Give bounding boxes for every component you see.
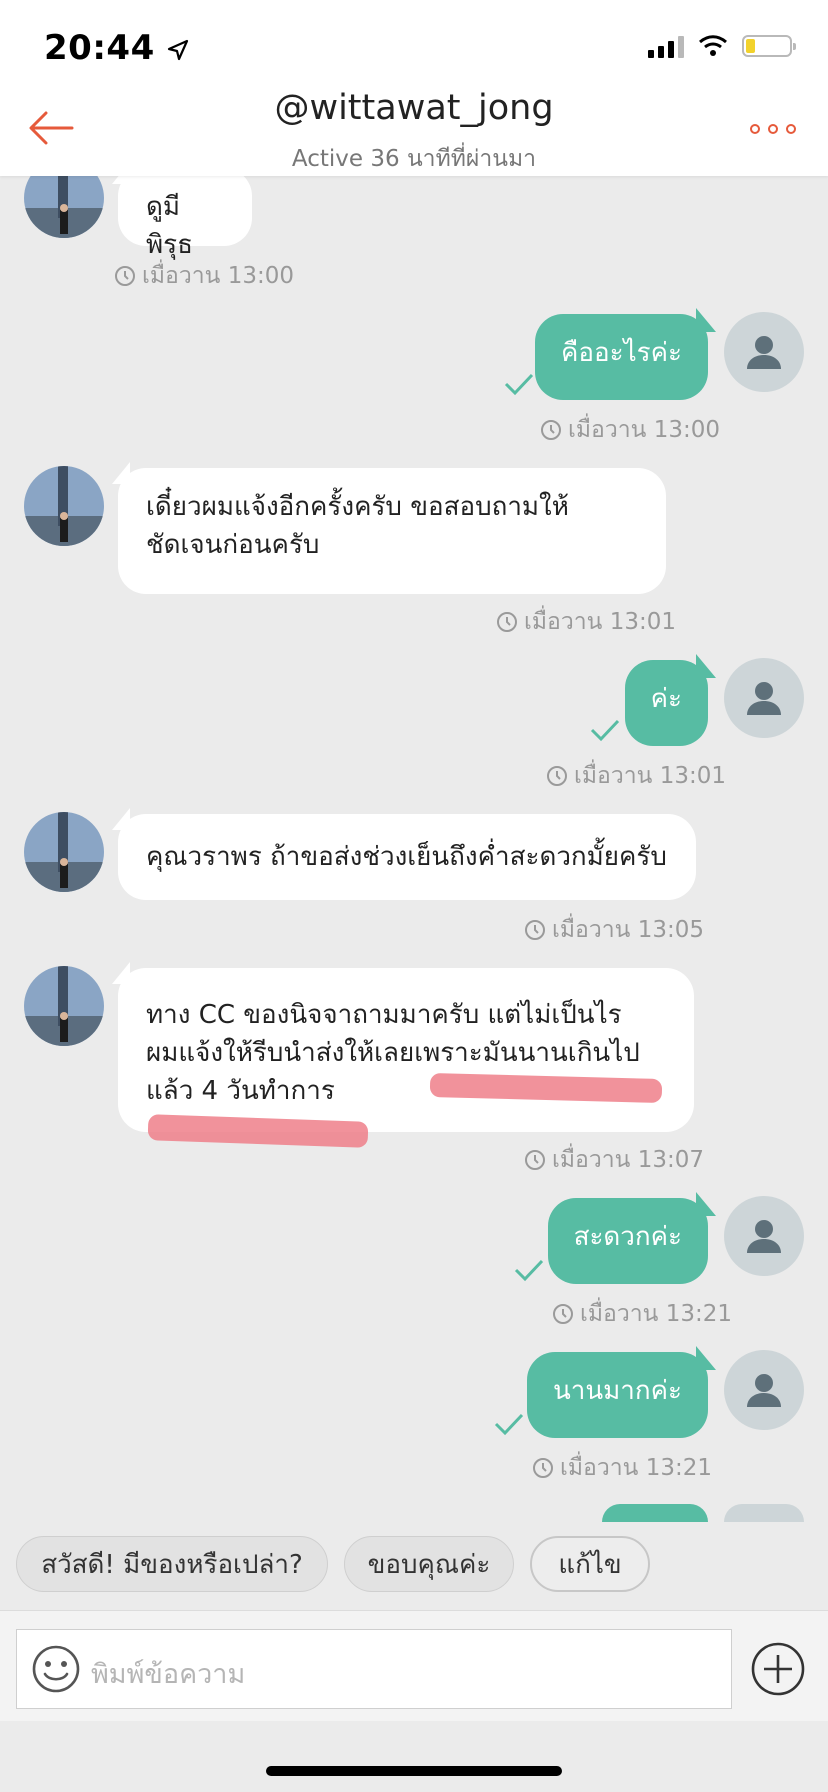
message-text: สะดวกค่ะ [573, 1222, 682, 1252]
composer-bar: พิมพ์ข้อความ [0, 1610, 828, 1721]
input-placeholder: พิมพ์ข้อความ [91, 1659, 246, 1690]
clock-icon [115, 266, 135, 286]
sent-check-icon [494, 1413, 524, 1436]
message-input[interactable]: พิมพ์ข้อความ [16, 1629, 732, 1709]
message-text: คืออะไรค่ะ [561, 338, 682, 368]
message-bubble-incoming[interactable]: ดูมีพิรุธ [112, 162, 252, 260]
message-text: ค่ะ [650, 684, 682, 714]
quick-reply-button[interactable]: ขอบคุณค่ะ [344, 1536, 514, 1592]
message-bubble-outgoing[interactable]: ค่ะ [624, 654, 717, 746]
message-text-line: ชัดเจนก่อนครับ [146, 530, 320, 560]
message-bubble-outgoing[interactable]: นานมากค่ะ [527, 1346, 716, 1438]
user-avatar-icon[interactable] [724, 312, 804, 392]
user-avatar-icon[interactable] [724, 1196, 804, 1276]
sent-check-icon [504, 373, 534, 396]
home-indicator[interactable] [266, 1766, 562, 1776]
clock-icon [525, 1150, 545, 1170]
user-avatar-icon[interactable] [724, 1350, 804, 1430]
page-title: @wittawat_jong [274, 88, 554, 128]
message-timestamp: เมื่อวาน 13:01 [546, 758, 726, 794]
user-avatar-icon[interactable] [724, 658, 804, 738]
message-timestamp: เมื่อวาน 13:00 [114, 258, 294, 294]
sent-check-icon [590, 719, 620, 742]
message-bubble-outgoing[interactable]: สะดวกค่ะ [547, 1192, 717, 1284]
message-bubble-outgoing-partial[interactable] [602, 1504, 708, 1522]
clock-icon [497, 612, 517, 632]
avatar[interactable] [24, 466, 104, 546]
quick-reply-button[interactable]: สวัสดี! มีของหรือเปล่า? [16, 1536, 328, 1592]
active-status: Active 36 นาทีที่ผ่านมา [291, 146, 537, 172]
clock-icon [547, 766, 567, 786]
message-bubble-outgoing[interactable]: คืออะไรค่ะ [535, 308, 716, 400]
status-time: 20:44 [44, 28, 189, 68]
edit-quick-replies-button[interactable]: แก้ไข [530, 1536, 650, 1592]
message-text-line: ผมแจ้งให้รีบนำส่งให้เลยเพราะมันนานเกินไป [146, 1038, 640, 1068]
clock-icon [553, 1304, 573, 1324]
message-text: นานมากค่ะ [553, 1376, 682, 1406]
battery-icon [742, 35, 796, 57]
message-timestamp: เมื่อวาน 13:21 [552, 1296, 732, 1332]
clock-icon [541, 420, 561, 440]
message-timestamp: เมื่อวาน 13:21 [532, 1450, 712, 1486]
message-timestamp: เมื่อวาน 13:01 [496, 604, 676, 640]
user-avatar-partial [724, 1504, 804, 1522]
emoji-icon[interactable] [31, 1644, 81, 1694]
location-arrow-icon [167, 39, 189, 60]
message-bubble-incoming[interactable]: เดี๋ยวผมแจ้งอีกครั้งครับ ขอสอบถามให้ ชัด… [112, 462, 666, 594]
clock-icon [533, 1458, 553, 1478]
message-text-line: ทาง CC ของนิจจาถามมาครับ แต่ไม่เป็นไร [146, 1000, 622, 1030]
message-timestamp: เมื่อวาน 13:07 [524, 1142, 704, 1178]
top-bar: 20:44 @wittawat_jong Active 36 นาทีที่ผ่… [0, 0, 828, 176]
status-icons [648, 34, 796, 58]
more-options-icon[interactable] [750, 124, 796, 134]
message-bubble-incoming[interactable]: ทาง CC ของนิจจาถามมาครับ แต่ไม่เป็นไร ผม… [112, 962, 694, 1132]
sent-check-icon [514, 1259, 544, 1282]
message-text: คุณวราพร ถ้าขอส่งช่วงเย็นถึงค่ำสะดวกมั้ย… [146, 842, 667, 872]
wifi-icon [699, 35, 727, 56]
message-timestamp: เมื่อวาน 13:05 [524, 912, 704, 948]
message-text: ดูมีพิรุธ [146, 192, 193, 260]
message-timestamp: เมื่อวาน 13:00 [540, 412, 720, 448]
avatar[interactable] [24, 812, 104, 892]
avatar[interactable] [24, 966, 104, 1046]
message-text-line: เดี๋ยวผมแจ้งอีกครั้งครับ ขอสอบถามให้ [146, 492, 569, 522]
signal-icon [648, 34, 684, 58]
clock-icon [525, 920, 545, 940]
add-attachment-icon[interactable] [750, 1641, 806, 1697]
message-bubble-incoming[interactable]: คุณวราพร ถ้าขอส่งช่วงเย็นถึงค่ำสะดวกมั้ย… [112, 808, 696, 900]
